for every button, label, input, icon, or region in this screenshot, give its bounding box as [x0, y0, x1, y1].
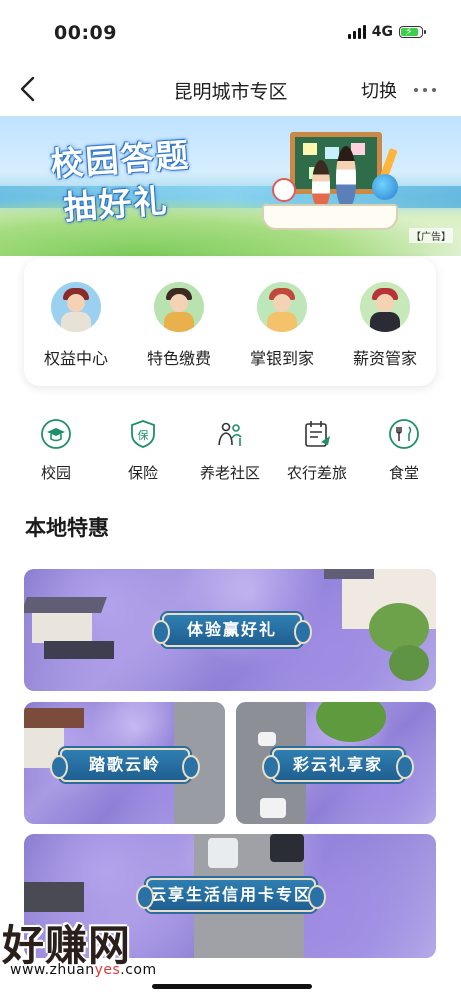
promo-ribbon: 踏歌云岭	[50, 748, 200, 782]
network-type: 4G	[371, 24, 393, 40]
student-illustration	[312, 160, 330, 208]
more-options-icon[interactable]	[414, 88, 436, 92]
home-indicator[interactable]	[152, 984, 312, 989]
travel-calendar-icon	[305, 421, 330, 447]
quick-entry-label: 校园	[40, 464, 71, 482]
service-rights-center[interactable]: 权益中心	[24, 282, 128, 369]
campus-quiz-banner[interactable]: 校园答题 抽好礼 【广告】	[0, 116, 461, 256]
quick-entry-elderly-community[interactable]: 养老社区	[184, 418, 276, 483]
service-label: 权益中心	[43, 349, 108, 368]
ad-tag: 【广告】	[409, 228, 453, 243]
rights-center-avatar-icon	[51, 282, 101, 332]
service-special-payment[interactable]: 特色缴费	[127, 282, 231, 369]
battery-charging-icon: ⚡	[399, 25, 426, 38]
signal-icon	[347, 25, 366, 39]
quick-entry-label: 农行差旅	[286, 464, 347, 482]
service-label: 掌银到家	[249, 349, 314, 368]
globe-icon	[372, 174, 398, 200]
quick-entry-label: 食堂	[388, 464, 419, 482]
promo-experience-gift[interactable]: 体验赢好礼	[24, 569, 436, 691]
promo-ribbon: 体验赢好礼	[152, 613, 312, 647]
banner-title: 校园答题 抽好礼	[49, 133, 195, 231]
quick-entry-canteen[interactable]: 食堂	[358, 418, 450, 483]
shield-insurance-icon: 保	[131, 420, 155, 448]
promo-ribbon: 彩云礼享家	[262, 748, 414, 782]
graduation-cap-icon	[41, 419, 71, 449]
svg-text:保: 保	[138, 428, 149, 442]
watermark-url: www.zhuanyes.com	[10, 962, 157, 978]
quick-entry-insurance[interactable]: 保 保险	[97, 418, 189, 483]
quick-entry-campus[interactable]: 校园	[10, 418, 102, 483]
payment-avatar-icon	[154, 282, 204, 332]
switch-city-button[interactable]: 切换	[361, 77, 397, 103]
status-time: 00:09	[54, 22, 117, 44]
service-bank-to-home[interactable]: 掌银到家	[230, 282, 334, 369]
quick-entry-row: 校园 保 保险 养老社区 农行差旅 食堂	[0, 418, 461, 490]
service-label: 薪资管家	[352, 349, 417, 368]
salary-avatar-icon	[360, 282, 410, 332]
quick-entry-travel[interactable]: 农行差旅	[271, 418, 363, 483]
quick-entry-label: 养老社区	[199, 464, 260, 482]
banner-title-line1: 校园答题	[49, 135, 192, 184]
service-label: 特色缴费	[146, 349, 211, 368]
site-watermark: 好赚网 www.zhuanyes.com	[2, 912, 222, 984]
featured-services-card: 权益中心 特色缴费 掌银到家 薪资管家	[24, 258, 436, 386]
status-indicators: 4G ⚡	[347, 24, 426, 40]
open-book-illustration	[262, 204, 398, 230]
alarm-clock-icon	[272, 178, 296, 202]
nav-bar: 昆明城市专区 切换	[0, 62, 461, 116]
promo-caiyun-gift[interactable]: 彩云礼享家	[236, 702, 436, 824]
quick-entry-label: 保险	[127, 464, 158, 482]
status-bar: 00:09 4G ⚡	[0, 0, 461, 62]
teacher-illustration	[336, 146, 356, 208]
canteen-icon	[389, 419, 419, 449]
elderly-community-icon	[218, 422, 242, 446]
promo-ribbon: 云享生活信用卡专区	[136, 878, 326, 912]
delivery-avatar-icon	[257, 282, 307, 332]
promo-tage-yunling[interactable]: 踏歌云岭	[24, 702, 225, 824]
local-deals-title: 本地特惠	[25, 516, 109, 540]
service-salary-manager[interactable]: 薪资管家	[333, 282, 437, 369]
